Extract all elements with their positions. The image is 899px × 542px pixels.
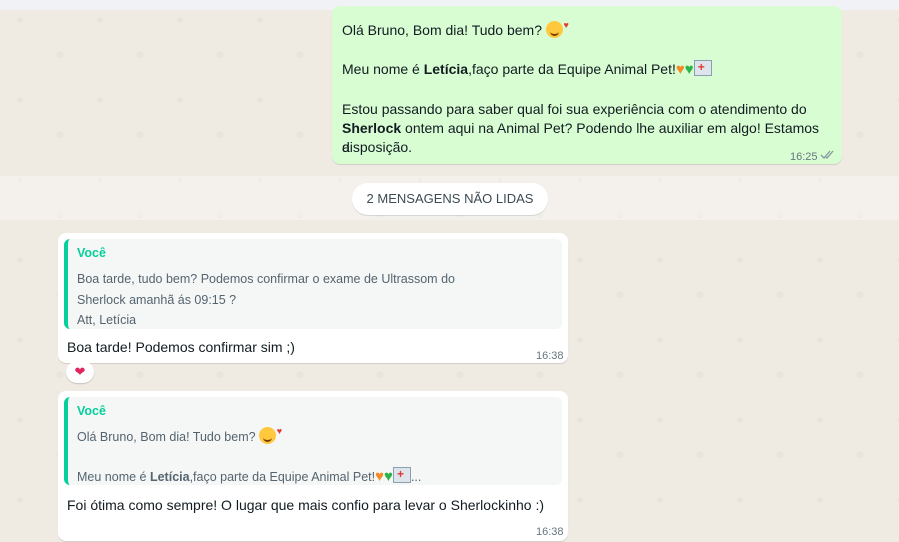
incoming-message-bubble[interactable]: Você Boa tarde, tudo bem? Podemos confir… [58,233,568,363]
message-time: 16:38 [536,526,564,538]
quote-text: Att, Letícia [77,313,137,327]
incoming-message-bubble[interactable]: Você Olá Bruno, Bom dia! Tudo bem? Meu n… [58,391,568,541]
quote-text: Olá Bruno, Bom dia! Tudo bem? [77,422,282,447]
message-line: Olá Bruno, Bom dia! Tudo bem? [342,16,830,40]
message-text: Meu nome é [342,61,424,77]
bold-name: Letícia [423,61,469,77]
quote-text: Boa tarde, tudo bem? Podemos confirmar o… [77,272,455,286]
orange-heart-emoji: ♥ [675,61,685,78]
smiling-hearts-emoji [259,422,282,444]
outgoing-message-bubble[interactable]: Olá Bruno, Bom dia! Tudo bem? Meu nome é… [332,6,842,164]
quote-text: Sherlock amanhã ás 09:15 ? [77,293,237,307]
quote-text-part: Olá Bruno, Bom dia! Tudo bem? [77,430,256,444]
message-text: Olá Bruno, Bom dia! Tudo bem? [342,22,542,38]
message-text: ,faço parte da Equipe Animal Pet! [468,61,676,77]
quote-text-part: ,faço parte da Equipe Animal Pet! [189,470,376,484]
quote-author: Você [77,246,106,260]
green-heart-emoji: ♥ [384,468,393,485]
hospital-emoji [693,58,712,77]
quoted-message[interactable]: Você Olá Bruno, Bom dia! Tudo bem? Meu n… [64,397,562,485]
double-check-icon [820,150,834,159]
quote-text: Meu nome é Letícia,faço parte da Equipe … [77,465,422,487]
bold-name: Letícia [149,470,190,484]
message-line: Estou passando para saber qual foi sua e… [342,101,807,117]
unread-messages-divider: 2 MENSAGENS NÃO LIDAS [352,183,548,215]
orange-heart-emoji: ♥ [375,468,385,485]
reaction-emoji: ❤ [74,364,86,379]
green-heart-emoji: ♥ [684,61,694,78]
message-time: 16:25 [790,151,818,163]
smiling-hearts-emoji [545,16,569,38]
heart-reaction-icon[interactable]: ❤ [66,361,94,383]
bold-name: Sherlock [342,120,402,136]
quote-text-part: Meu nome é [77,470,150,484]
message-text: Boa tarde! Podemos confirmar sim ;) [67,339,295,355]
message-text: Foi ótima como sempre! O lugar que mais … [67,497,544,513]
hospital-emoji [392,465,411,484]
message-line: Meu nome é Letícia,faço parte da Equipe … [342,58,830,79]
message-time: 16:38 [536,350,564,362]
quote-author: Você [77,404,106,418]
quoted-message[interactable]: Você Boa tarde, tudo bem? Podemos confir… [64,239,562,329]
quote-ellipsis: ... [410,470,422,484]
message-line: disposição. [342,139,413,155]
